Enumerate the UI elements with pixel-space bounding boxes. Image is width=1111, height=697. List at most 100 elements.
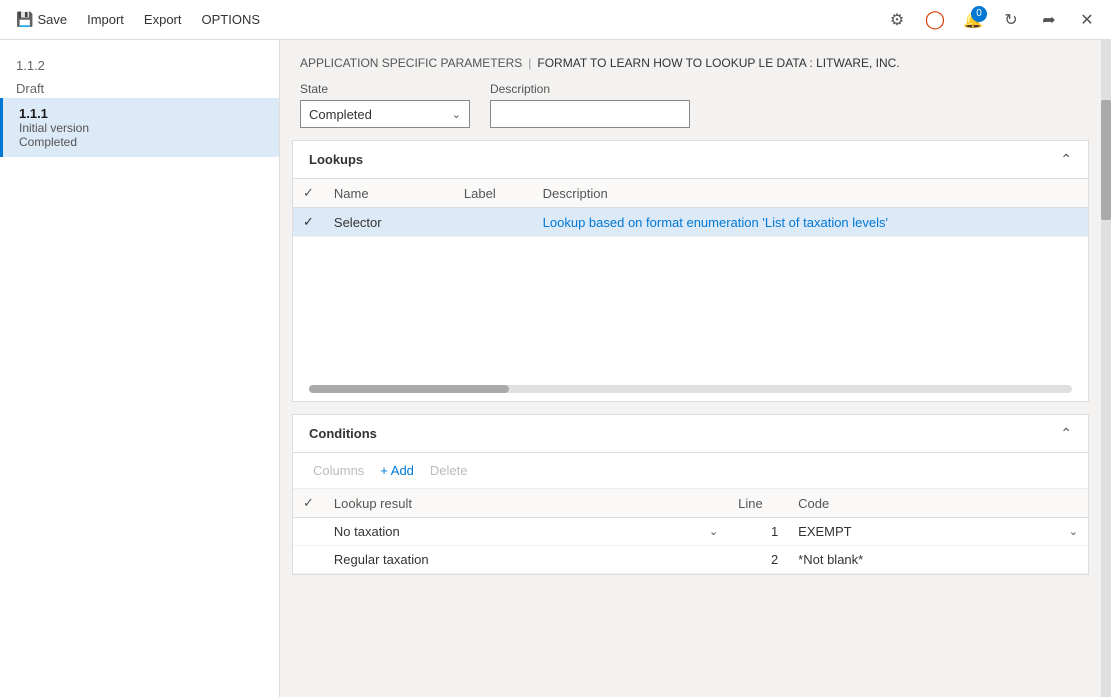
cond-row-line: 1 <box>728 518 788 546</box>
columns-label: Columns <box>313 463 364 478</box>
settings-icon: ⚙ <box>890 10 904 30</box>
add-label: + Add <box>380 463 414 478</box>
state-field-group: State Completed ⌄ <box>300 82 470 128</box>
cond-row-code: EXEMPT ⌄ <box>788 518 1088 546</box>
delete-button[interactable]: Delete <box>426 461 472 480</box>
conditions-section: Conditions ⌃ Columns + Add Delete <box>292 414 1089 575</box>
office-button[interactable]: ◯ <box>919 4 951 36</box>
popout-icon: ➦ <box>1042 10 1055 30</box>
lookups-horizontal-scrollbar[interactable] <box>309 385 1072 393</box>
close-icon: ✕ <box>1080 10 1093 30</box>
content-scroll-wrapper: APPLICATION SPECIFIC PARAMETERS | FORMAT… <box>280 40 1111 697</box>
refresh-icon: ↻ <box>1004 10 1017 30</box>
export-label: Export <box>144 12 182 27</box>
content-area: APPLICATION SPECIFIC PARAMETERS | FORMAT… <box>280 40 1101 697</box>
lookups-title: Lookups <box>309 152 363 167</box>
save-button[interactable]: 💾 Save <box>8 7 75 32</box>
lookups-collapse-button[interactable]: ⌃ <box>1060 151 1072 168</box>
sidebar-item-version: 1.1.1 <box>19 106 263 121</box>
row-check: ✓ <box>293 208 324 237</box>
lookups-col-label: Label <box>454 179 533 208</box>
cond-row-check <box>293 546 324 574</box>
chevron-down-icon: ⌄ <box>709 525 718 538</box>
sidebar-version-above-label: 1.1.2 <box>16 58 45 73</box>
add-button[interactable]: + Add <box>376 461 418 480</box>
notifications-button[interactable]: 🔔 0 <box>957 4 989 36</box>
description-label: Description <box>490 82 690 96</box>
save-label: Save <box>37 12 67 27</box>
settings-button[interactable]: ⚙ <box>881 4 913 36</box>
sidebar-item-1-1-1[interactable]: 1.1.1 Initial version Completed <box>0 98 279 157</box>
export-button[interactable]: Export <box>136 8 190 31</box>
save-icon: 💾 <box>16 11 33 28</box>
delete-label: Delete <box>430 463 468 478</box>
chevron-down-icon: ⌄ <box>1069 525 1078 538</box>
cond-row-lookup-result: No taxation ⌄ <box>324 518 728 546</box>
office-icon: ◯ <box>925 9 945 30</box>
scrollbar-thumb <box>1101 100 1111 220</box>
lookups-empty-space <box>293 237 1088 377</box>
toolbar-right: ⚙ ◯ 🔔 0 ↻ ➦ ✕ <box>881 4 1103 36</box>
toolbar: 💾 Save Import Export OPTIONS ⚙ ◯ 🔔 0 ↻ ➦… <box>0 0 1111 40</box>
sidebar-version-above: 1.1.2 <box>0 52 279 79</box>
state-description-row: State Completed ⌄ Description <box>280 78 1101 140</box>
conditions-header-row: ✓ Lookup result Line Code <box>293 489 1088 518</box>
cond-row-check <box>293 518 324 546</box>
lookups-col-name: Name <box>324 179 454 208</box>
refresh-button[interactable]: ↻ <box>995 4 1027 36</box>
columns-button[interactable]: Columns <box>309 461 368 480</box>
breadcrumb-part1: APPLICATION SPECIFIC PARAMETERS <box>300 56 522 70</box>
popout-button[interactable]: ➦ <box>1033 4 1065 36</box>
notification-badge: 0 <box>971 6 987 22</box>
lookups-section-header: Lookups ⌃ <box>293 141 1088 179</box>
conditions-table: ✓ Lookup result Line Code No taxation <box>293 489 1088 574</box>
lookups-scroll-track-wrapper <box>293 377 1088 401</box>
cond-col-code: Code <box>788 489 1088 518</box>
state-value: Completed <box>309 107 372 122</box>
cond-row-lookup-result: Regular taxation <box>324 546 728 574</box>
breadcrumb-separator: | <box>528 56 531 70</box>
lookups-scroll-thumb <box>309 385 509 393</box>
options-label: OPTIONS <box>202 12 261 27</box>
lookups-col-description: Description <box>533 179 1088 208</box>
table-row[interactable]: ✓ Selector Lookup based on format enumer… <box>293 208 1088 237</box>
cond-col-line: Line <box>728 489 788 518</box>
state-label: State <box>300 82 470 96</box>
row-name: Selector <box>324 208 454 237</box>
chevron-up-icon: ⌃ <box>1060 151 1072 167</box>
cond-col-check: ✓ <box>293 489 324 518</box>
conditions-collapse-button[interactable]: ⌃ <box>1060 425 1072 442</box>
conditions-section-header: Conditions ⌃ <box>293 415 1088 453</box>
chevron-up-icon: ⌃ <box>1060 425 1072 441</box>
lookups-section: Lookups ⌃ ✓ Name Label Description <box>292 140 1089 402</box>
lookups-col-check: ✓ <box>293 179 324 208</box>
row-description: Lookup based on format enumeration 'List… <box>533 208 1088 237</box>
import-label: Import <box>87 12 124 27</box>
cond-col-lookup-result: Lookup result <box>324 489 728 518</box>
vertical-scrollbar[interactable] <box>1101 40 1111 697</box>
state-dropdown[interactable]: Completed ⌄ <box>300 100 470 128</box>
close-button[interactable]: ✕ <box>1071 4 1103 36</box>
chevron-down-icon: ⌄ <box>452 108 461 121</box>
options-button[interactable]: OPTIONS <box>194 8 269 31</box>
import-button[interactable]: Import <box>79 8 132 31</box>
sidebar-item-sublabel: Initial version <box>19 121 263 135</box>
conditions-title: Conditions <box>309 426 377 441</box>
main-layout: 1.1.2 Draft 1.1.1 Initial version Comple… <box>0 40 1111 697</box>
sidebar-item-status: Completed <box>19 135 263 149</box>
cond-row-code: *Not blank* <box>788 546 1088 574</box>
description-input[interactable] <box>490 100 690 128</box>
breadcrumb-part2: FORMAT TO LEARN HOW TO LOOKUP LE DATA : … <box>537 56 899 70</box>
lookups-table: ✓ Name Label Description ✓ Selector <box>293 179 1088 237</box>
breadcrumb: APPLICATION SPECIFIC PARAMETERS | FORMAT… <box>280 40 1101 78</box>
sidebar-draft-label: Draft <box>0 79 279 98</box>
sidebar: 1.1.2 Draft 1.1.1 Initial version Comple… <box>0 40 280 697</box>
table-row[interactable]: No taxation ⌄ 1 EXEMPT ⌄ <box>293 518 1088 546</box>
conditions-toolbar: Columns + Add Delete <box>293 453 1088 489</box>
lookups-header-row: ✓ Name Label Description <box>293 179 1088 208</box>
description-field-group: Description <box>490 82 690 128</box>
row-label <box>454 208 533 237</box>
table-row[interactable]: Regular taxation 2 *Not blank* <box>293 546 1088 574</box>
cond-row-line: 2 <box>728 546 788 574</box>
lookups-table-scroll: ✓ Name Label Description ✓ Selector <box>293 179 1088 237</box>
